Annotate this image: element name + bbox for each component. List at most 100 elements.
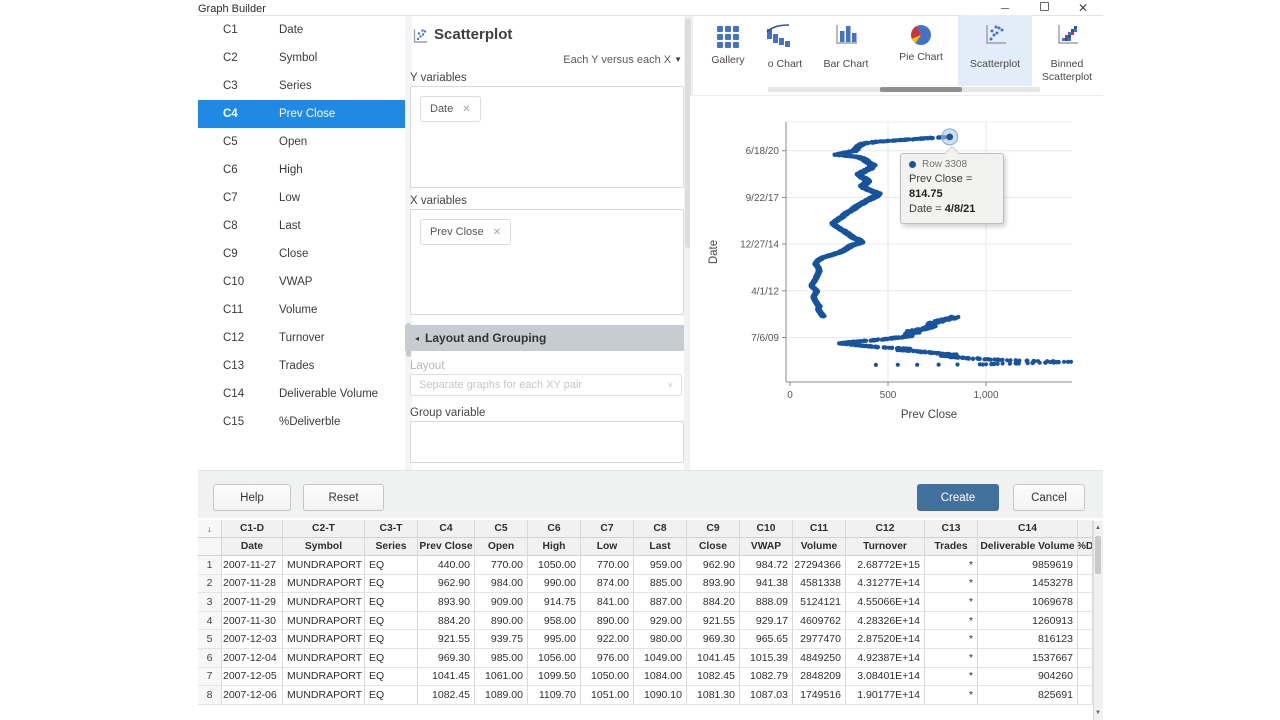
table-cell[interactable]: 1056.00: [528, 649, 581, 668]
variable-item-close[interactable]: C9Close: [198, 240, 405, 268]
variable-item-turnover[interactable]: C12Turnover: [198, 324, 405, 352]
mode-dropdown[interactable]: Each Y versus each X▼: [410, 54, 682, 66]
table-cell[interactable]: 990.00: [528, 575, 581, 594]
table-cell[interactable]: 770.00: [581, 556, 634, 575]
table-cell[interactable]: 984.72: [740, 556, 793, 575]
gallery-scrollbar-thumb[interactable]: [880, 87, 962, 92]
table-cell[interactable]: 884.20: [687, 593, 740, 612]
table-cell[interactable]: 984.00: [475, 575, 528, 594]
x-variable-chip-prev-close[interactable]: Prev Close ✕: [420, 219, 511, 245]
table-cell[interactable]: 958.00: [528, 612, 581, 631]
table-cell[interactable]: 2007-12-06: [222, 686, 283, 705]
gallery-tile-scatterplot[interactable]: Scatterplot: [958, 15, 1032, 86]
table-cell[interactable]: 2.68772E+15: [846, 556, 925, 575]
gallery-tile-gallery[interactable]: Gallery: [694, 15, 762, 86]
table-cell[interactable]: 1089.00: [475, 686, 528, 705]
table-cell[interactable]: 1015.39: [740, 649, 793, 668]
table-corner-cell[interactable]: [198, 538, 222, 556]
table-cell[interactable]: 890.00: [475, 612, 528, 631]
table-cell[interactable]: 985.00: [475, 649, 528, 668]
column-id-header[interactable]: C14: [978, 520, 1078, 538]
table-cell[interactable]: 1090.10: [634, 686, 687, 705]
close-button[interactable]: ✕: [1072, 2, 1094, 15]
table-cell[interactable]: 904260: [978, 668, 1078, 687]
create-button[interactable]: Create: [917, 484, 999, 511]
table-cell[interactable]: [1078, 575, 1093, 594]
chip-remove-icon[interactable]: ✕: [493, 227, 501, 238]
scroll-down-icon[interactable]: ▼: [1093, 707, 1103, 719]
table-cell[interactable]: 884.20: [418, 612, 475, 631]
table-cell[interactable]: 890.00: [581, 612, 634, 631]
table-cell[interactable]: 4581338: [793, 575, 846, 594]
table-cell[interactable]: 825691: [978, 686, 1078, 705]
column-id-header[interactable]: C6: [528, 520, 581, 538]
table-corner-cell[interactable]: ↓: [198, 520, 222, 538]
table-cell[interactable]: [1078, 612, 1093, 631]
table-cell[interactable]: 2007-11-30: [222, 612, 283, 631]
table-cell[interactable]: 2007-12-03: [222, 630, 283, 649]
table-cell[interactable]: 816123: [978, 630, 1078, 649]
variable-item-high[interactable]: C6High: [198, 156, 405, 184]
y-variable-chip-date[interactable]: Date ✕: [420, 96, 481, 122]
minimize-button[interactable]: [994, 2, 1016, 15]
table-cell[interactable]: 969.30: [418, 649, 475, 668]
column-id-header[interactable]: C12: [846, 520, 925, 538]
table-cell[interactable]: EQ: [365, 575, 418, 594]
table-cell[interactable]: MUNDRAPORT: [283, 612, 365, 631]
row-number[interactable]: 1: [198, 556, 222, 575]
table-cell[interactable]: 1084.00: [634, 668, 687, 687]
table-cell[interactable]: EQ: [365, 649, 418, 668]
table-cell[interactable]: 893.90: [418, 593, 475, 612]
column-id-header[interactable]: C2-T: [283, 520, 365, 538]
column-id-header[interactable]: C5: [475, 520, 528, 538]
table-cell[interactable]: MUNDRAPORT: [283, 649, 365, 668]
variable-item-volume[interactable]: C11Volume: [198, 296, 405, 324]
row-number[interactable]: 7: [198, 668, 222, 687]
column-name-header[interactable]: Deliverable Volume: [978, 538, 1078, 556]
table-cell[interactable]: 2007-12-05: [222, 668, 283, 687]
table-cell[interactable]: 2007-11-29: [222, 593, 283, 612]
table-cell[interactable]: [1078, 630, 1093, 649]
table-cell[interactable]: MUNDRAPORT: [283, 630, 365, 649]
gallery-tile-binned-scatterplot[interactable]: Binned Scatterplot: [1032, 15, 1102, 86]
table-cell[interactable]: 4.28326E+14: [846, 612, 925, 631]
table-cell[interactable]: MUNDRAPORT: [283, 575, 365, 594]
column-name-header[interactable]: Trades: [925, 538, 978, 556]
column-id-header[interactable]: C13: [925, 520, 978, 538]
scatterplot-chart[interactable]: 05001,0006/18/209/22/1712/27/144/1/127/6…: [690, 96, 1103, 470]
variable-item-deliverable-volume[interactable]: C14Deliverable Volume: [198, 380, 405, 408]
table-cell[interactable]: 874.00: [581, 575, 634, 594]
table-cell[interactable]: 1260913: [978, 612, 1078, 631]
table-cell[interactable]: 909.00: [475, 593, 528, 612]
table-cell[interactable]: EQ: [365, 556, 418, 575]
table-cell[interactable]: [1078, 556, 1093, 575]
column-id-header[interactable]: C7: [581, 520, 634, 538]
table-cell[interactable]: *: [925, 630, 978, 649]
gallery-tile-bar-chart[interactable]: Bar Chart: [808, 15, 884, 86]
table-cell[interactable]: 1453278: [978, 575, 1078, 594]
table-cell[interactable]: 1049.00: [634, 649, 687, 668]
row-number[interactable]: 5: [198, 630, 222, 649]
column-name-header[interactable]: Date: [222, 538, 283, 556]
table-cell[interactable]: [1078, 668, 1093, 687]
table-cell[interactable]: 939.75: [475, 630, 528, 649]
variable-item-prev-close[interactable]: C4Prev Close: [198, 100, 405, 128]
table-cell[interactable]: 2007-12-04: [222, 649, 283, 668]
table-cell[interactable]: 1061.00: [475, 668, 528, 687]
table-cell[interactable]: *: [925, 593, 978, 612]
column-id-header[interactable]: C8: [634, 520, 687, 538]
row-number[interactable]: 3: [198, 593, 222, 612]
row-number[interactable]: 4: [198, 612, 222, 631]
table-cell[interactable]: 3.08401E+14: [846, 668, 925, 687]
table-cell[interactable]: 962.90: [418, 575, 475, 594]
table-cell[interactable]: *: [925, 668, 978, 687]
table-cell[interactable]: MUNDRAPORT: [283, 668, 365, 687]
table-cell[interactable]: EQ: [365, 686, 418, 705]
column-name-header[interactable]: Close: [687, 538, 740, 556]
table-cell[interactable]: *: [925, 686, 978, 705]
table-cell[interactable]: 888.09: [740, 593, 793, 612]
variable-item--deliverble[interactable]: C15%Deliverble: [198, 408, 405, 436]
table-cell[interactable]: 1051.00: [581, 686, 634, 705]
column-name-header[interactable]: Prev Close: [418, 538, 475, 556]
help-button[interactable]: Help: [213, 484, 291, 511]
